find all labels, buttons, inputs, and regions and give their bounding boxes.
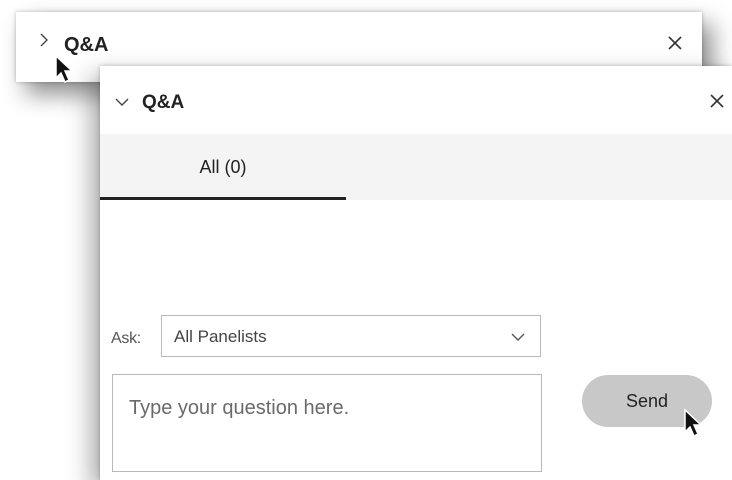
mouse-pointer-icon [683, 408, 705, 438]
tab-all[interactable]: All (0) [100, 134, 346, 200]
chevron-right-icon[interactable] [36, 32, 52, 48]
close-icon[interactable] [710, 94, 724, 108]
active-tab-indicator [100, 197, 346, 200]
ask-recipient-dropdown[interactable]: All Panelists [161, 315, 541, 357]
qa-panel: Q&A All (0) Ask: All Panelists Type your… [100, 66, 732, 480]
mouse-pointer-icon [54, 54, 76, 84]
ask-recipient-value: All Panelists [174, 327, 267, 346]
panel-header: Q&A [100, 66, 732, 134]
tab-bar: All (0) [100, 134, 732, 200]
panel-title[interactable]: Q&A [142, 92, 184, 114]
close-icon[interactable] [668, 36, 682, 50]
question-placeholder: Type your question here. [129, 397, 350, 419]
chevron-down-icon [510, 329, 526, 345]
question-input[interactable]: Type your question here. [112, 374, 542, 472]
chevron-down-icon[interactable] [114, 94, 130, 110]
ask-label: Ask: [111, 330, 141, 347]
